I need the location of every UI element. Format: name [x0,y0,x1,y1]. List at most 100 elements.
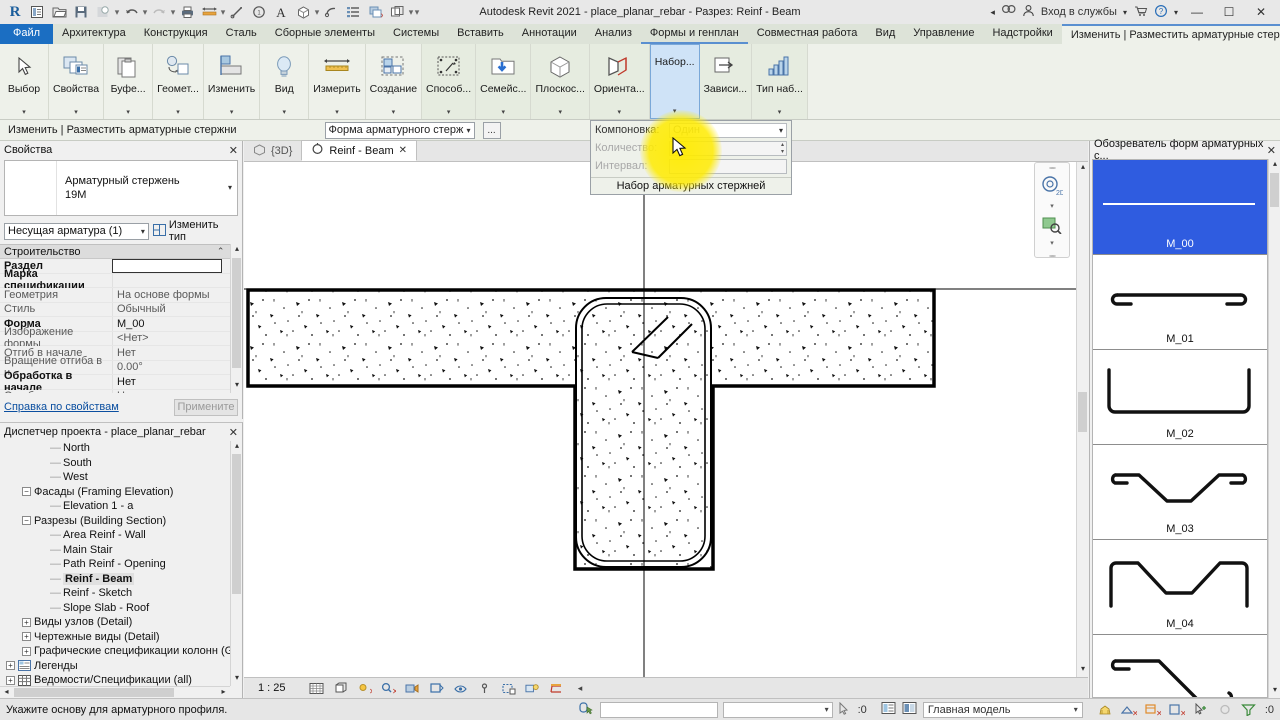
default-3d-view-icon[interactable] [292,1,314,23]
nav-bar-caret-2[interactable]: ▾ [1050,239,1054,247]
spacing-input[interactable] [669,158,787,174]
ribbon-tab-12[interactable]: Управление [904,24,983,44]
ribbon-tab-6[interactable]: Вставить [448,24,513,44]
crop-view-icon[interactable] [429,681,444,695]
scroll-down-icon[interactable]: ▾ [231,380,243,393]
tree-node[interactable]: − Разрезы (Building Section) [0,514,230,529]
scroll-down-icon[interactable]: ▾ [231,673,243,686]
close-hidden-windows-icon[interactable]: ✕ [364,1,386,23]
tag-icon[interactable]: 1 [248,1,270,23]
tree-node[interactable]: + Ведомости/Спецификации (all) [0,673,230,686]
ribbon-panel-плоскос[interactable]: Плоскос... ▾ [531,44,590,119]
ribbon-tab-4[interactable]: Сборные элементы [266,24,384,44]
measure-icon[interactable] [226,1,248,23]
ribbon-panel-выбор[interactable]: Выбор ▾ [0,44,49,119]
shape-scrollbar[interactable]: ▴ ▾ [1268,159,1280,698]
view-tab-0[interactable]: {3D} [244,141,301,161]
tree-node[interactable]: + Виды узлов (Detail) [0,615,230,630]
drawing-canvas[interactable]: 2D ▾ ▾ ▴ ▾ [244,162,1088,677]
close-button[interactable]: ✕ [1248,1,1274,23]
ribbon-tab-10[interactable]: Совместная работа [748,24,867,44]
tree-node[interactable]: − Фасады (Framing Elevation) [0,485,230,500]
spinner-icon[interactable]: ▴ ▾ [781,142,784,156]
ribbon-tab-7[interactable]: Аннотации [513,24,586,44]
ribbon-panel-семейс[interactable]: Семейс... ▾ [476,44,532,119]
scroll-thumb[interactable] [232,258,241,368]
ribbon-panel-bar[interactable]: Выбор ▾ Свойства ▾ Буфе... ▾ Геомет... ▾ Изменит… [0,44,1280,120]
chevron-down-icon[interactable]: ▾ [618,108,622,116]
tree-node[interactable]: — Elevation 1 - a [0,499,230,514]
shape-item-m_00[interactable]: M_00 [1093,160,1267,255]
signin-caret[interactable]: ▾ [1123,8,1127,17]
expand-icon[interactable]: + [22,617,31,627]
tree-node[interactable]: + Легенды [0,659,230,674]
nav-bar-caret-1[interactable]: ▾ [1050,202,1054,210]
press-and-drag-icon[interactable] [579,701,595,718]
steering-wheel-icon[interactable]: 2D [1041,175,1065,200]
chevron-down-icon[interactable]: ▾ [230,108,234,116]
tree-node[interactable]: — Main Stair [0,543,230,558]
ribbon-panel-измерить[interactable]: Измерить ▾ [309,44,366,119]
ribbon-tab-2[interactable]: Конструкция [135,24,217,44]
schedule-icon[interactable] [342,1,364,23]
collapse-icon[interactable]: − [22,516,31,526]
scroll-down-icon[interactable]: ▾ [1077,664,1088,677]
navigation-bar[interactable]: 2D ▾ ▾ [1034,162,1070,258]
customize-qat-icon[interactable]: ▾ [414,7,420,18]
property-value[interactable]: Нет [112,389,242,393]
search-icon[interactable] [1001,4,1016,20]
scroll-up-icon[interactable]: ▴ [231,441,243,454]
double-chevron-up-icon[interactable]: ⌃ [217,246,225,257]
ribbon-tab-1[interactable]: Архитектура [53,24,135,44]
ribbon-tab-3[interactable]: Сталь [217,24,266,44]
collapse-icon[interactable]: − [22,487,31,497]
text-icon[interactable]: A [270,1,292,23]
properties-icon[interactable] [26,1,48,23]
status-text-input[interactable] [599,701,718,718]
property-row[interactable]: Обработка в начале Нет [0,370,242,393]
ribbon-panel-создание[interactable]: Создание ▾ [366,44,423,119]
scroll-thumb[interactable] [1270,173,1279,207]
worksets-status-icon[interactable] [881,701,897,718]
ribbon-tab-11[interactable]: Вид [866,24,904,44]
chevron-down-icon[interactable]: ▾ [228,183,232,192]
tree-node[interactable]: +Графические спецификации колонн (Graph [0,644,230,659]
print-icon[interactable] [176,1,198,23]
scroll-thumb[interactable] [1078,392,1087,432]
ribbon-tab-5[interactable]: Системы [384,24,448,44]
property-row[interactable]: Изображение формы <Нет> [0,326,242,350]
tree-vertical-scrollbar[interactable]: ▴ ▾ [230,441,242,686]
property-value[interactable]: Обычный [112,302,242,316]
tree-node[interactable]: — Reinf - Beam [0,572,230,587]
expand-icon[interactable]: + [6,675,15,685]
properties-group-header[interactable]: Строительство⌃⌃ [0,245,242,259]
editable-only-icon[interactable] [1097,702,1113,717]
select-underlay-icon[interactable]: ✕ [1145,702,1161,717]
ribbon-tab-9[interactable]: Формы и генплан [640,24,748,44]
shape-item-m_02[interactable]: M_02 [1093,350,1267,445]
chevron-down-icon[interactable]: ▾ [392,108,396,116]
shape-item-m_05[interactable]: M_05 [1093,635,1267,697]
select-pinned-icon[interactable]: ✕ [1169,702,1185,717]
scroll-thumb[interactable] [14,688,174,697]
switch-windows-icon[interactable] [386,1,408,23]
section-box-icon[interactable] [320,1,342,23]
lock-3d-view-icon[interactable] [477,681,492,695]
property-value[interactable]: На основе формы [112,288,242,302]
ribbon-panel-буфе[interactable]: Буфе... ▾ [104,44,154,119]
redo-icon[interactable] [148,1,170,23]
ribbon-panel-изменить[interactable]: Изменить ▾ [204,44,261,119]
open-icon[interactable] [48,1,70,23]
property-value[interactable]: Нет [112,375,242,389]
constraints-visibility-icon[interactable]: ◂ [573,681,588,695]
view-control-bar[interactable]: 1 : 25 ✕ ✕ ◂ [244,677,1088,698]
shape-item-m_04[interactable]: M_04 [1093,540,1267,635]
properties-grid[interactable]: Строительство⌃⌃РазделМарка спецификацииГ… [0,244,242,393]
close-icon[interactable]: ✕ [1267,144,1276,157]
ribbon-tab-8[interactable]: Анализ [586,24,641,44]
chevron-down-icon[interactable]: ▾ [447,108,451,116]
signin-label[interactable]: Вход в службы [1041,6,1117,18]
autodesk-account-icon[interactable] [1022,4,1035,20]
property-row[interactable]: Марка спецификации [0,268,242,292]
ribbon-panel-свойства[interactable]: Свойства ▾ [49,44,105,119]
